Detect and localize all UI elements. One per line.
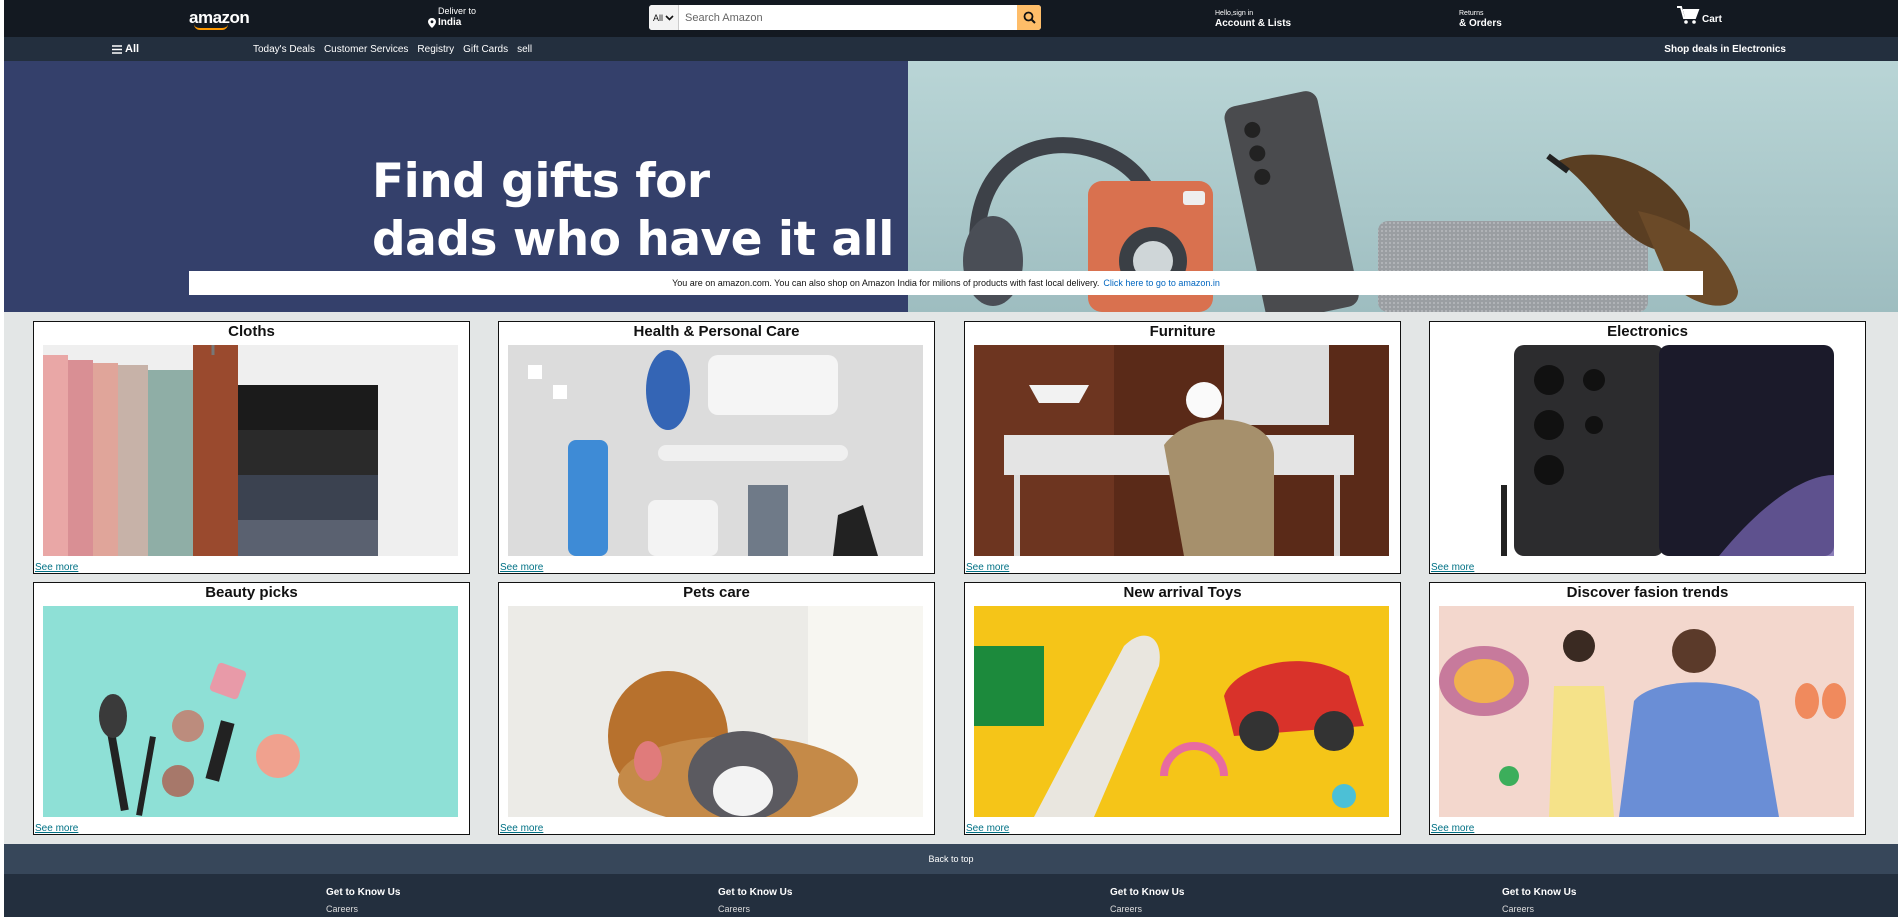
- nav-link-shop-electronics[interactable]: Shop deals in Electronics: [1664, 44, 1786, 55]
- see-more-link[interactable]: See more: [966, 823, 1009, 834]
- page: amazon Deliver to India All Hello,sign i…: [0, 0, 1898, 917]
- footer-column: Get to Know Us Careers: [1502, 887, 1576, 914]
- toys-image[interactable]: [974, 606, 1389, 817]
- notice-text: You are on amazon.com. You can also shop…: [672, 278, 1100, 288]
- category-card-cloths: Cloths See more: [33, 321, 470, 574]
- beauty-image[interactable]: [43, 606, 458, 817]
- amazon-smile-icon: [194, 24, 228, 30]
- nav-bar: All Today's Deals Customer Services Regi…: [4, 37, 1898, 61]
- see-more-link[interactable]: See more: [35, 562, 78, 573]
- category-grid: Cloths See more Health & Personal Care S…: [4, 312, 1898, 844]
- deliver-to[interactable]: Deliver to India: [428, 6, 476, 28]
- hero-title: Find gifts for dads who have it all: [372, 153, 894, 269]
- electronics-image[interactable]: [1439, 345, 1854, 556]
- all-menu-label: All: [125, 43, 140, 55]
- see-more-link[interactable]: See more: [1431, 562, 1474, 573]
- category-card-toys: New arrival Toys See more: [964, 582, 1401, 835]
- card-title: Beauty picks: [205, 584, 298, 601]
- see-more-link[interactable]: See more: [1431, 823, 1474, 834]
- see-more-link[interactable]: See more: [35, 823, 78, 834]
- card-title: Pets care: [683, 584, 750, 601]
- region-notice: You are on amazon.com. You can also shop…: [189, 271, 1703, 295]
- card-title: Discover fasion trends: [1566, 584, 1729, 601]
- chevron-down-icon: [665, 14, 674, 21]
- nav-link-registry[interactable]: Registry: [417, 44, 454, 55]
- cloths-image[interactable]: [43, 345, 458, 556]
- see-more-link[interactable]: See more: [500, 823, 543, 834]
- card-title: New arrival Toys: [1123, 584, 1242, 601]
- footer-heading: Get to Know Us: [718, 887, 793, 898]
- search-input[interactable]: [679, 5, 1017, 30]
- see-more-link[interactable]: See more: [500, 562, 543, 573]
- see-more-link[interactable]: See more: [966, 562, 1009, 573]
- category-card-health: Health & Personal Care See more: [498, 321, 935, 574]
- cart-button[interactable]: Cart: [1676, 5, 1722, 25]
- top-header: amazon Deliver to India All Hello,sign i…: [4, 0, 1898, 37]
- account-lists[interactable]: Hello,sign in Account & Lists: [1215, 9, 1291, 30]
- category-card-furniture: Furniture See more: [964, 321, 1401, 574]
- fashion-image[interactable]: [1439, 606, 1854, 817]
- account-label: Account & Lists: [1215, 18, 1292, 29]
- footer: Get to Know Us Careers Get to Know Us Ca…: [4, 874, 1898, 917]
- health-image[interactable]: [508, 345, 923, 556]
- category-card-pets: Pets care See more: [498, 582, 935, 835]
- nav-link-gift-cards[interactable]: Gift Cards: [463, 44, 508, 55]
- account-greeting: Hello,sign in: [1215, 10, 1254, 17]
- footer-link-careers[interactable]: Careers: [326, 904, 400, 914]
- deliver-location: India: [438, 17, 462, 28]
- search-category-value: All: [652, 12, 663, 23]
- card-title: Cloths: [228, 323, 275, 340]
- footer-link-careers[interactable]: Careers: [1110, 904, 1184, 914]
- nav-link-todays-deals[interactable]: Today's Deals: [253, 44, 315, 55]
- footer-column: Get to Know Us Careers: [1110, 887, 1184, 914]
- category-card-beauty: Beauty picks See more: [33, 582, 470, 835]
- back-to-top-button[interactable]: Back to top: [4, 844, 1898, 874]
- nav-link-sell[interactable]: sell: [517, 44, 532, 55]
- search-category-select[interactable]: All: [649, 5, 679, 30]
- returns-label: Returns: [1459, 10, 1484, 17]
- search-icon: [1023, 11, 1036, 24]
- nav-link-customer-services[interactable]: Customer Services: [324, 44, 408, 55]
- hero-title-line-2: dads who have it all: [372, 212, 894, 267]
- category-card-fashion: Discover fasion trends See more: [1429, 582, 1866, 835]
- card-title: Electronics: [1607, 323, 1688, 340]
- search-button[interactable]: [1017, 5, 1041, 30]
- cart-label: Cart: [1702, 14, 1723, 25]
- amazon-in-link[interactable]: Click here to go to amazon.in: [1103, 278, 1220, 288]
- footer-heading: Get to Know Us: [1502, 887, 1577, 898]
- furniture-image[interactable]: [974, 345, 1389, 556]
- all-menu-button[interactable]: All: [112, 43, 139, 55]
- returns-orders[interactable]: Returns & Orders: [1459, 9, 1502, 30]
- location-pin-icon: [428, 17, 436, 28]
- footer-link-careers[interactable]: Careers: [718, 904, 792, 914]
- search-bar: All: [649, 5, 1041, 30]
- footer-link-careers[interactable]: Careers: [1502, 904, 1576, 914]
- card-title: Health & Personal Care: [633, 323, 800, 340]
- pets-image[interactable]: [508, 606, 923, 817]
- card-title: Furniture: [1149, 323, 1216, 340]
- hero-title-line-1: Find gifts for: [372, 154, 710, 209]
- footer-heading: Get to Know Us: [326, 887, 401, 898]
- hamburger-icon: [112, 44, 122, 54]
- footer-column: Get to Know Us Careers: [326, 887, 400, 914]
- category-card-electronics: Electronics See more: [1429, 321, 1866, 574]
- cart-icon: [1677, 6, 1700, 24]
- footer-column: Get to Know Us Careers: [718, 887, 792, 914]
- orders-label: & Orders: [1459, 18, 1502, 29]
- deliver-label: Deliver to: [438, 6, 477, 16]
- footer-heading: Get to Know Us: [1110, 887, 1185, 898]
- nav-links: Today's Deals Customer Services Registry…: [253, 44, 532, 55]
